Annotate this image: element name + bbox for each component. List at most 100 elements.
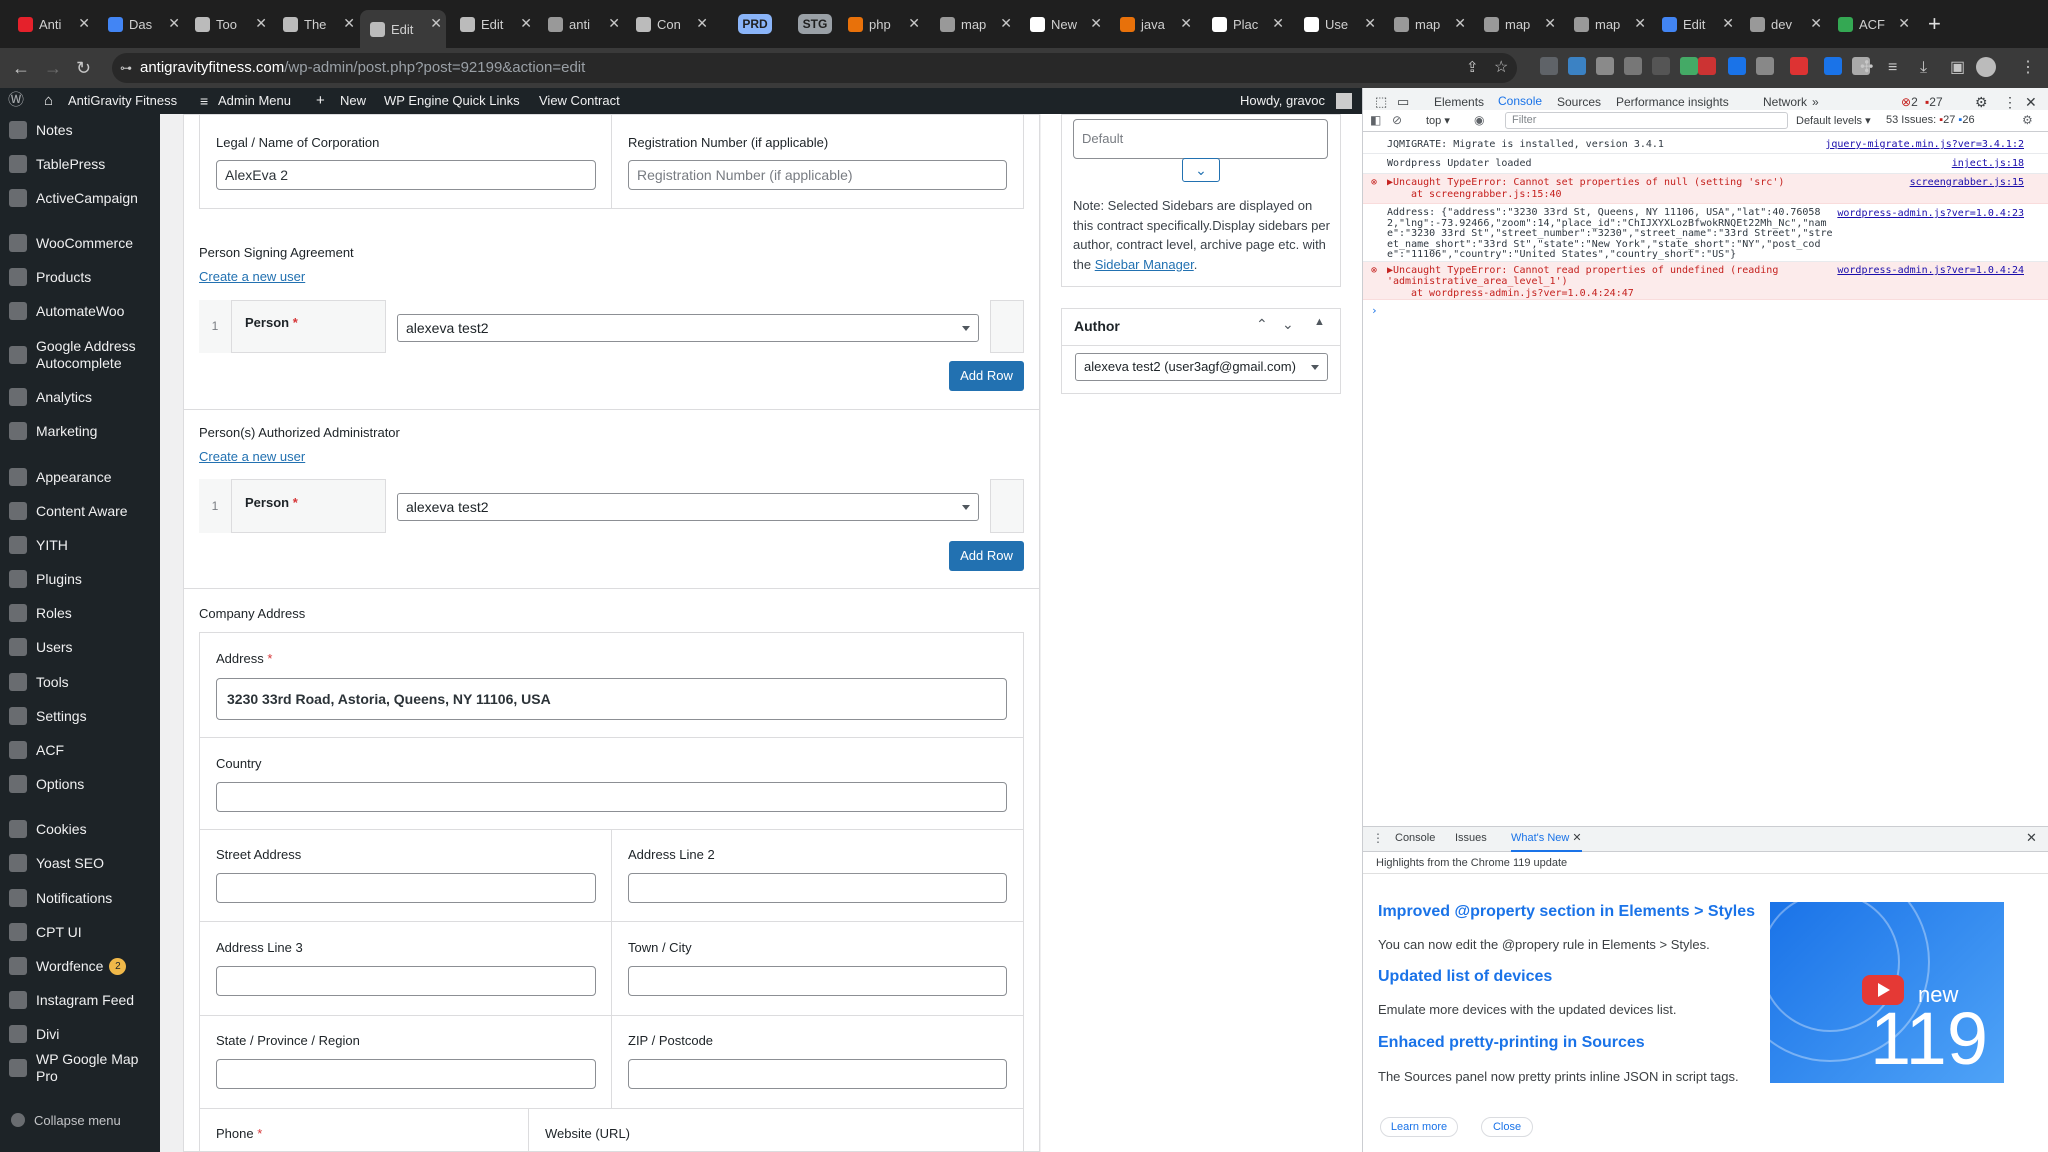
more-menu-icon[interactable]: ⋮ [2020,55,2036,81]
eye-icon[interactable]: ◉ [1474,113,1484,127]
extension-icon[interactable] [1680,57,1698,75]
close-tab-icon[interactable]: ✕ [1634,15,1646,32]
close-tab-icon[interactable]: ✕ [1090,15,1102,32]
move-down-icon[interactable]: ⌄ [1282,316,1294,333]
extension-icon[interactable] [1756,57,1774,75]
close-tab-icon[interactable]: ✕ [255,15,267,32]
drawer-menu-icon[interactable]: ⋮ [1372,831,1384,845]
street-address-input[interactable] [216,873,596,903]
learn-more-button[interactable]: Learn more [1380,1117,1458,1137]
close-button[interactable]: Close [1481,1117,1533,1137]
close-tab-icon[interactable]: ✕ [1544,15,1556,32]
town-city-input[interactable] [628,966,1007,996]
puzzle-extensions-icon[interactable]: ✣ [1860,55,1873,81]
stg-tab-group[interactable]: STG [798,14,832,34]
browser-tab[interactable]: The ✕ [273,10,359,38]
share-icon[interactable]: ⇪ [1466,55,1479,81]
bookmark-star-icon[interactable]: ☆ [1494,55,1508,81]
sidebar-item-users[interactable]: Users [0,636,160,658]
source-link[interactable]: jquery-migrate.min.js?ver=3.4.1:2 [1825,139,2024,150]
sidebar-manager-link[interactable]: Sidebar Manager [1095,257,1194,272]
drawer-tab-whats-new[interactable]: What's New ✕ [1511,826,1582,852]
sidebar-item-settings[interactable]: Settings [0,705,160,727]
close-tab-icon[interactable]: ✕ [1810,15,1822,32]
close-tab-icon[interactable]: ✕ [1572,832,1581,844]
browser-tab[interactable]: Plac ✕ [1202,10,1288,38]
address-line-3-input[interactable] [216,966,596,996]
sidebar-item-appearance[interactable]: Appearance [0,466,160,488]
close-tab-icon[interactable]: ✕ [1180,15,1192,32]
registration-number-input[interactable]: Registration Number (if applicable) [628,160,1007,190]
sidebar-default-select[interactable]: Default [1073,119,1328,159]
console-filter-input[interactable]: Filter [1505,112,1788,129]
browser-tab[interactable]: Edit ✕ [1652,10,1738,38]
browser-tab[interactable]: map ✕ [1564,10,1650,38]
download-icon[interactable]: ⤓ [1920,55,1927,81]
sidebar-item-notes[interactable]: Notes [0,119,160,141]
browser-tab[interactable]: map ✕ [1384,10,1470,38]
browser-tab[interactable]: php ✕ [838,10,924,38]
reload-icon[interactable]: ↻ [76,55,91,81]
browser-tab[interactable]: New ✕ [1020,10,1106,38]
browser-tab[interactable]: anti ✕ [538,10,624,38]
sidebar-item-cookies[interactable]: Cookies [0,818,160,840]
source-link[interactable]: screengrabber.js:15 [1910,177,2024,188]
extension-icon[interactable] [1596,57,1614,75]
legal-name-input[interactable]: AlexEva 2 [216,160,596,190]
country-input[interactable] [216,782,1007,812]
whats-new-item-title[interactable]: Enhaced pretty-printing in Sources [1378,1034,1645,1052]
sidebar-item-automatewoo[interactable]: AutomateWoo [0,300,160,322]
sidebar-item-notifications[interactable]: Notifications [0,887,160,909]
console-settings-icon[interactable]: ⚙ [2022,113,2033,127]
sidebar-item-wordfence[interactable]: Wordfence 2 [0,955,160,977]
new-link[interactable]: New [340,88,366,114]
browser-tab[interactable]: map ✕ [1474,10,1560,38]
sidebar-item-collapse-menu[interactable]: Collapse menu [0,1109,160,1131]
close-tab-icon[interactable]: ✕ [1272,15,1284,32]
author-select[interactable]: alexeva test2 (user3agf@gmail.com) [1075,353,1328,381]
close-drawer-icon[interactable]: ✕ [2026,830,2037,846]
close-tab-icon[interactable]: ✕ [1454,15,1466,32]
extension-icon[interactable] [1824,57,1842,75]
close-tab-icon[interactable]: ✕ [78,15,90,32]
browser-tab[interactable]: Edit ✕ [360,10,446,48]
context-select[interactable]: top ▾ [1426,114,1450,127]
whats-new-item-title[interactable]: Updated list of devices [1378,968,1552,986]
source-link[interactable]: wordpress-admin.js?ver=1.0.4:23 [1837,208,2024,219]
close-tab-icon[interactable]: ✕ [520,15,532,32]
browser-tab[interactable]: java ✕ [1110,10,1196,38]
close-tab-icon[interactable]: ✕ [1000,15,1012,32]
new-tab-button[interactable]: + [1928,10,1941,38]
browser-tab[interactable]: ACF ✕ [1828,10,1914,38]
wpengine-link[interactable]: WP Engine Quick Links [384,88,520,114]
sidebar-item-products[interactable]: Products [0,266,160,288]
browser-tab[interactable]: Das ✕ [98,10,184,38]
console-prompt-icon[interactable]: › [1371,304,1378,317]
browser-tab[interactable]: dev ✕ [1740,10,1826,38]
drawer-tab-console[interactable]: Console [1395,832,1435,844]
sidebar-item-roles[interactable]: Roles [0,602,160,624]
sidebar-item-divi[interactable]: Divi [0,1023,160,1045]
move-up-icon[interactable]: ⌃ [1256,316,1268,333]
address-autocomplete-input[interactable]: 3230 33rd Road, Astoria, Queens, NY 1110… [216,678,1007,720]
profile-avatar[interactable] [1976,57,1996,77]
default-levels-select[interactable]: Default levels ▾ [1796,114,1871,127]
forward-icon[interactable]: → [44,55,62,81]
close-tab-icon[interactable]: ✕ [696,15,708,32]
camera-extension-icon[interactable] [1624,57,1642,75]
close-tab-icon[interactable]: ✕ [168,15,180,32]
sidebar-item-woocommerce[interactable]: WooCommerce [0,232,160,254]
wordpress-logo-icon[interactable]: Ⓦ [8,88,24,114]
extension-icon[interactable] [1728,57,1746,75]
function-extension-icon[interactable] [1652,57,1670,75]
browser-tab[interactable]: Con ✕ [626,10,712,38]
state-input[interactable] [216,1059,596,1089]
browser-tab[interactable]: Anti ✕ [8,10,94,38]
issues-counter[interactable]: 53 Issues: ▪27 ▪26 [1886,114,1975,126]
extension-icon[interactable] [1790,57,1808,75]
side-panel-icon[interactable]: ▣ [1950,55,1965,81]
browser-tab[interactable]: Too ✕ [185,10,271,38]
reading-list-icon[interactable]: ≡ [1888,55,1897,81]
extension-icon[interactable] [1568,57,1586,75]
create-user-link[interactable]: Create a new user [199,449,305,464]
